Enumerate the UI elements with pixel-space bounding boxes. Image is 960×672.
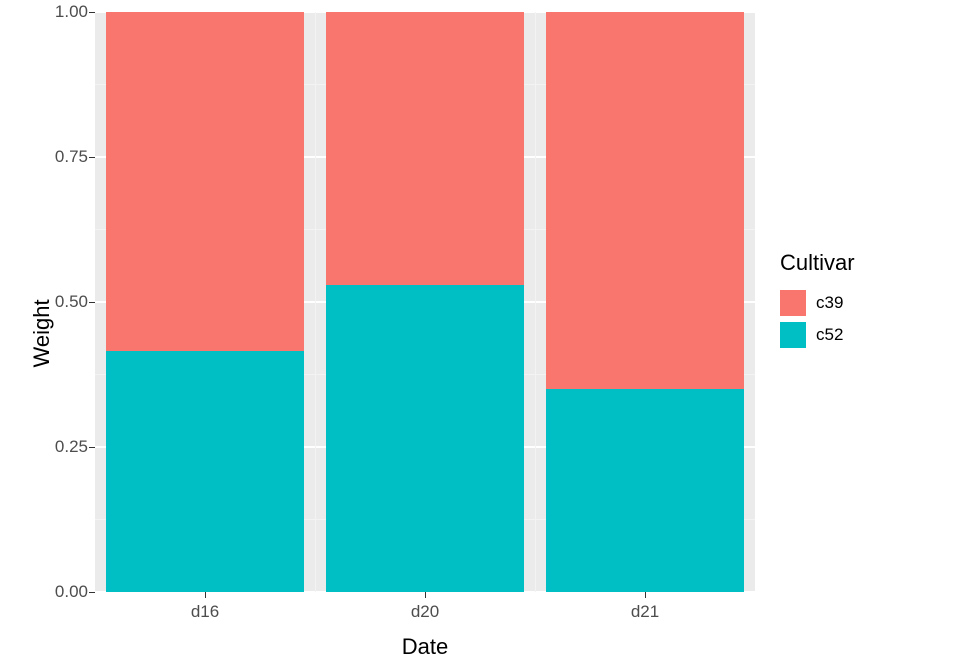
legend-label: c52 bbox=[816, 325, 843, 345]
plot-panel bbox=[95, 12, 755, 592]
x-tick-label: d16 bbox=[191, 602, 219, 622]
y-tick-mark bbox=[89, 592, 95, 593]
y-tick-label: 0.75 bbox=[38, 147, 88, 167]
y-tick-label: 0.25 bbox=[38, 437, 88, 457]
y-tick-label: 0.00 bbox=[38, 582, 88, 602]
bar-segment-c52 bbox=[326, 285, 524, 592]
x-tick-label: d21 bbox=[631, 602, 659, 622]
y-tick-mark bbox=[89, 12, 95, 13]
legend-title: Cultivar bbox=[780, 250, 855, 276]
y-tick-mark bbox=[89, 157, 95, 158]
legend-item-c52: c52 bbox=[780, 322, 855, 348]
gridline-minor-v bbox=[535, 12, 536, 592]
bar-segment-c39 bbox=[546, 12, 744, 389]
x-tick-mark bbox=[205, 592, 206, 598]
legend: Cultivar c39 c52 bbox=[780, 250, 855, 354]
legend-label: c39 bbox=[816, 293, 843, 313]
y-tick-mark bbox=[89, 447, 95, 448]
y-tick-label: 1.00 bbox=[38, 2, 88, 22]
bar-d16 bbox=[106, 12, 304, 592]
y-tick-mark bbox=[89, 302, 95, 303]
bar-segment-c39 bbox=[326, 12, 524, 285]
bar-d21 bbox=[546, 12, 744, 592]
legend-swatch bbox=[780, 322, 806, 348]
legend-swatch bbox=[780, 290, 806, 316]
y-tick-label: 0.50 bbox=[38, 292, 88, 312]
bar-d20 bbox=[326, 12, 524, 592]
x-tick-mark bbox=[425, 592, 426, 598]
bar-segment-c39 bbox=[106, 12, 304, 351]
x-axis-title: Date bbox=[402, 634, 448, 660]
gridline-minor-v bbox=[315, 12, 316, 592]
bar-segment-c52 bbox=[546, 389, 744, 592]
chart-container: Weight Date 0.000.250.500.751.00 d16d20d… bbox=[0, 0, 960, 672]
x-tick-mark bbox=[645, 592, 646, 598]
x-tick-label: d20 bbox=[411, 602, 439, 622]
legend-item-c39: c39 bbox=[780, 290, 855, 316]
bar-segment-c52 bbox=[106, 351, 304, 592]
